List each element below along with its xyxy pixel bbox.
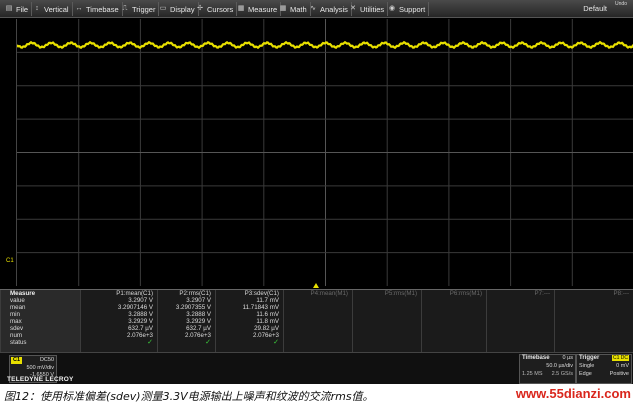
p1-header: P1:mean(C1)	[116, 290, 153, 297]
timebase-delay: 0 µs	[562, 355, 573, 361]
measure-p2[interactable]: P2:rms(C1) 3.2907 V 3.2907355 V 3.2888 V…	[157, 290, 215, 353]
p3-header: P3:sdev(C1)	[244, 290, 279, 297]
waveform-grid[interactable]	[16, 19, 633, 286]
p3-value: 11.7 mV	[256, 297, 279, 304]
timebase-icon: ↔	[75, 5, 83, 12]
timebase-div: 50.0 µs/div	[546, 363, 573, 369]
timebase-title: Timebase	[522, 355, 550, 361]
oscilloscope-screen: ▤ File ↕ Vertical ↔ Timebase ⎍ Trigger ▭ Disp…	[0, 0, 633, 384]
trigger-descriptor[interactable]: Trigger C1 DC Single 0 mV Edge Positive	[576, 354, 632, 384]
p1-status-check-icon: ✓	[147, 339, 153, 346]
menu-measure[interactable]: ▦ Measure	[234, 2, 282, 16]
grid-svg	[17, 19, 633, 286]
menu-support[interactable]: ◉ Support	[385, 2, 430, 16]
row-label-sdev: sdev	[10, 325, 24, 332]
p4-header: P4:mean(M1)	[310, 290, 348, 297]
c1-volts-per-div: 500 mV/div	[26, 365, 54, 371]
display-icon: ▭	[159, 5, 167, 12]
p1-value: 3.2907 V	[128, 297, 153, 304]
measure-row-labels: Measure value mean min max sdev num stat…	[0, 290, 80, 353]
measure-p5[interactable]: P5:rms(M1)	[352, 290, 421, 353]
row-label-max: max	[10, 318, 22, 325]
analysis-icon: ∿	[310, 5, 316, 12]
row-label-status: status	[10, 339, 27, 346]
menu-timebase[interactable]: ↔ Timebase	[72, 2, 123, 16]
math-icon: ▦	[279, 5, 287, 12]
p6-header: P6:rms(M1)	[449, 290, 482, 297]
p2-min: 3.2888 V	[186, 311, 211, 318]
p2-max: 3.2929 V	[186, 318, 211, 325]
default-button[interactable]: Default	[583, 4, 607, 13]
vertical-icon: ↕	[35, 5, 39, 12]
trigger-slope: Positive	[609, 371, 629, 377]
measure-p6[interactable]: P6:rms(M1)	[421, 290, 486, 353]
p2-num: 2.076e+3	[185, 332, 211, 339]
measure-title: Measure	[10, 290, 36, 297]
row-label-num: num	[10, 332, 23, 339]
trigger-mode: Single	[579, 363, 595, 369]
trigger-type: Edge	[579, 371, 592, 377]
measure-p3[interactable]: P3:sdev(C1) 11.7 mV 11.71843 mV 11.6 mV …	[215, 290, 283, 353]
trigger-position-marker	[313, 283, 319, 288]
menu-vertical[interactable]: ↕ Vertical	[30, 2, 73, 16]
p7-header: P7:---	[534, 290, 550, 297]
support-icon: ◉	[388, 5, 396, 12]
p1-sdev: 632.7 µV	[128, 325, 153, 332]
p1-max: 3.2929 V	[128, 318, 153, 325]
p2-header: P2:rms(C1)	[179, 290, 211, 297]
c1-coupling: DC50	[39, 357, 54, 363]
p3-max: 11.8 mV	[256, 318, 279, 325]
menu-trigger[interactable]: ⎍ Trigger	[118, 2, 160, 16]
trigger-icon: ⎍	[122, 5, 128, 12]
row-label-min: min	[10, 311, 20, 318]
row-label-mean: mean	[10, 304, 26, 311]
measure-icon: ▦	[237, 5, 245, 12]
grid-lines	[17, 19, 633, 286]
p2-value: 3.2907 V	[186, 297, 211, 304]
p1-min: 3.2888 V	[128, 311, 153, 318]
menu-file[interactable]: ▤ File	[2, 2, 33, 16]
row-label-value: value	[10, 297, 25, 304]
utilities-icon: ✕	[350, 5, 356, 12]
p3-status-check-icon: ✓	[273, 339, 279, 346]
p1-num: 2.076e+3	[127, 332, 153, 339]
status-bar: C1 DC50 500 mV/div -1.6550 V TELEDYNE LE…	[0, 352, 633, 384]
timebase-sample-rate: 2.5 GS/s	[551, 371, 573, 377]
p5-header: P5:rms(M1)	[384, 290, 417, 297]
menu-bar: ▤ File ↕ Vertical ↔ Timebase ⎍ Trigger ▭ Disp…	[0, 0, 633, 18]
c1-badge: C1	[11, 357, 23, 364]
p3-sdev: 29.82 µV	[254, 325, 279, 332]
trigger-title: Trigger	[579, 355, 600, 361]
brand-logo: TELEDYNE LECROY	[7, 376, 74, 383]
measure-p4[interactable]: P4:mean(M1)	[283, 290, 352, 353]
undo-button[interactable]: Undo	[612, 1, 630, 16]
measure-table: Measure value mean min max sdev num stat…	[0, 289, 633, 353]
file-icon: ▤	[5, 5, 13, 12]
figure-caption: 图12：使用标准偏差(sdev)测量3.3V电源输出上噪声和纹波的交流rms值。	[4, 390, 374, 403]
cursors-icon: ✢	[197, 5, 203, 12]
measure-p1[interactable]: P1:mean(C1) 3.2907 V 3.2907146 V 3.2888 …	[80, 290, 157, 353]
p2-mean: 3.2907355 V	[175, 304, 211, 311]
p2-status-check-icon: ✓	[205, 339, 211, 346]
measure-p7[interactable]: P7:---	[486, 290, 554, 353]
p3-min: 11.6 mV	[256, 311, 279, 318]
p8-header: P8:---	[613, 290, 629, 297]
menu-cursors[interactable]: ✢ Cursors	[193, 2, 238, 16]
watermark: www.55dianzi.com	[515, 386, 631, 401]
trigger-level: 0 mV	[616, 363, 629, 369]
timebase-descriptor[interactable]: Timebase 0 µs 50.0 µs/div 1.25 MS 2.5 GS…	[519, 354, 576, 384]
p1-mean: 3.2907146 V	[117, 304, 153, 311]
menu-utilities[interactable]: ✕ Utilities	[346, 2, 389, 16]
trigger-source: C1 DC	[611, 355, 629, 361]
measure-p8[interactable]: P8:---	[554, 290, 633, 353]
c1-level-marker: C1	[6, 258, 14, 264]
p2-sdev: 632.7 µV	[186, 325, 211, 332]
p3-mean: 11.71843 mV	[242, 304, 279, 311]
timebase-sample-count: 1.25 MS	[522, 371, 543, 377]
p3-num: 2.076e+3	[253, 332, 279, 339]
